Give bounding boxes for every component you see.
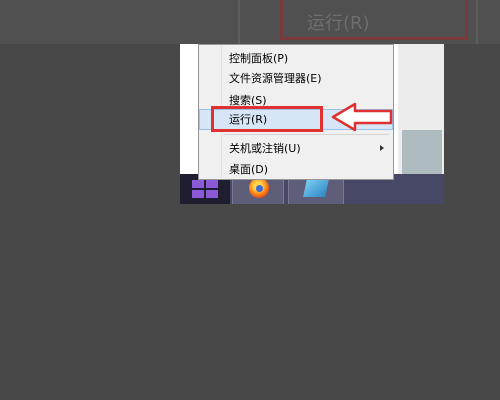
menu-item-file-explorer[interactable]: 文件资源管理器(E) [199, 68, 393, 89]
app-icon [303, 179, 329, 197]
zoomed-run-label: 运行(R) [307, 13, 370, 34]
zoomed-highlight-box: 运行(R) [280, 0, 468, 40]
annotation-highlight-box [211, 106, 323, 132]
menu-separator [223, 134, 389, 135]
annotation-arrow-icon [331, 102, 393, 132]
menu-item-label: 控制面板(P) [229, 52, 289, 65]
menu-item-label: 桌面(D) [229, 163, 269, 176]
menu-item-label: 关机或注销(U) [229, 142, 301, 155]
divider [476, 0, 478, 44]
zoomed-header-strip: 运行(R) [0, 0, 500, 44]
desktop-background [398, 44, 444, 174]
menu-item-label: 文件资源管理器(E) [229, 72, 322, 85]
firefox-icon [249, 178, 269, 198]
menu-item-control-panel[interactable]: 控制面板(P) [199, 48, 393, 69]
divider [238, 0, 240, 44]
menu-item-desktop[interactable]: 桌面(D) [199, 159, 393, 180]
menu-item-shutdown[interactable]: 关机或注销(U) [199, 138, 393, 159]
windows-logo-icon [192, 180, 218, 198]
submenu-arrow-icon [380, 145, 384, 151]
desktop-tile [402, 130, 442, 174]
